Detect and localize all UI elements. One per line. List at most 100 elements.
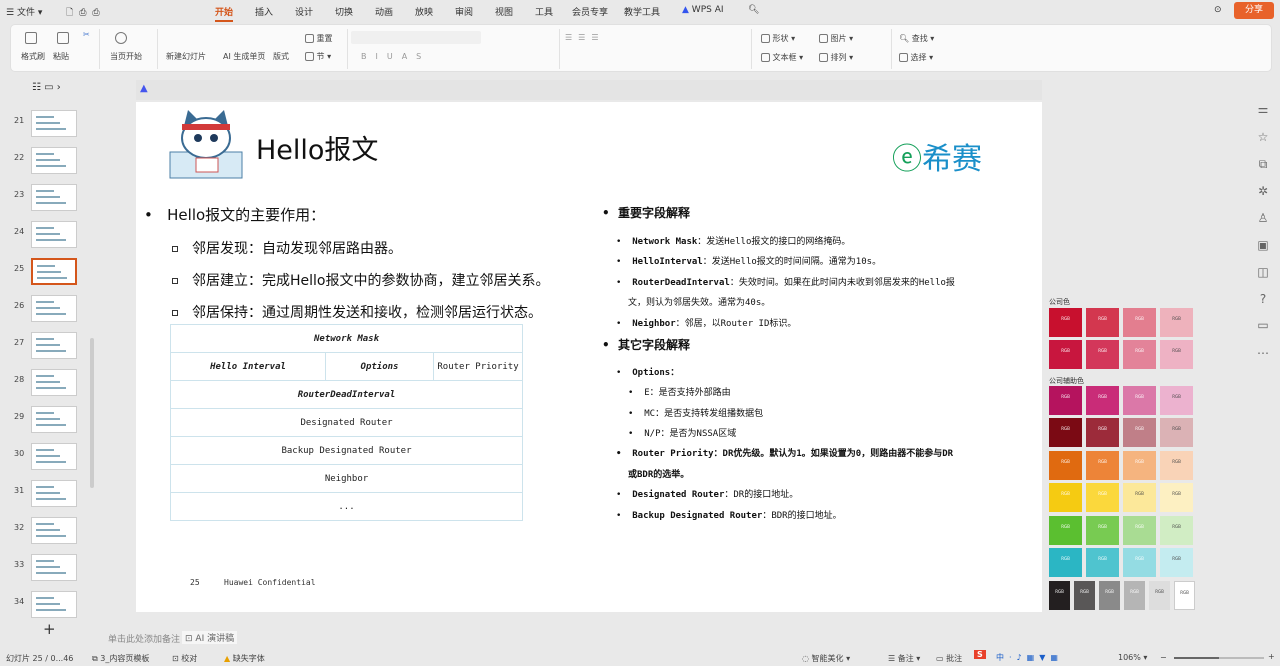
missing-font-button[interactable]: ▲ 缺失字体 xyxy=(224,653,265,664)
slide-thumbnail[interactable] xyxy=(31,184,77,211)
color-swatch[interactable]: RGB xyxy=(1086,418,1119,447)
notes-toggle[interactable]: ☰ 备注 ▾ xyxy=(888,653,920,664)
color-swatch[interactable]: RGB xyxy=(1049,581,1070,610)
share-button[interactable]: 分享 xyxy=(1234,2,1274,19)
color-swatch[interactable]: RGB xyxy=(1086,386,1119,415)
color-swatch[interactable]: RGB xyxy=(1123,308,1156,337)
color-swatch[interactable]: RGB xyxy=(1074,581,1095,610)
zoom-select[interactable]: 106% ▾ xyxy=(1118,653,1147,662)
tab-insert[interactable]: 插入 xyxy=(255,5,273,18)
help-icon[interactable]: ? xyxy=(1256,292,1270,306)
layout-icon[interactable]: ◫ xyxy=(1256,265,1270,279)
cut-icon[interactable]: ✂ xyxy=(83,30,90,39)
color-swatch[interactable]: RGB xyxy=(1160,340,1193,369)
ai-page-button[interactable]: AI 生成单页 xyxy=(223,51,265,62)
color-swatch[interactable]: RGB xyxy=(1049,308,1082,337)
color-swatch[interactable]: RGB xyxy=(1123,418,1156,447)
color-swatch[interactable]: RGB xyxy=(1049,548,1082,577)
font-name-select[interactable] xyxy=(351,31,481,44)
color-swatch[interactable]: RGB xyxy=(1160,386,1193,415)
notes-placeholder[interactable]: 单击此处添加备注 xyxy=(108,632,180,645)
slide-thumbnail[interactable] xyxy=(31,554,77,581)
ime-logo-icon[interactable]: S xyxy=(974,650,986,659)
ai-icon[interactable]: ▲ xyxy=(140,83,148,94)
color-swatch[interactable]: RGB xyxy=(1086,340,1119,369)
color-swatch[interactable]: RGB xyxy=(1160,548,1193,577)
color-swatch[interactable]: RGB xyxy=(1086,451,1119,480)
color-swatch[interactable]: RGB xyxy=(1049,418,1082,447)
reset-button[interactable]: 重置 xyxy=(305,33,333,44)
slide-thumbnail[interactable] xyxy=(31,221,77,248)
layout-button[interactable]: 版式 xyxy=(273,51,289,62)
tab-transition[interactable]: 切换 xyxy=(335,5,353,18)
color-swatch[interactable]: RGB xyxy=(1160,516,1193,545)
color-swatch[interactable]: RGB xyxy=(1049,340,1082,369)
textbox-button[interactable]: 文本框 ▾ xyxy=(761,52,803,63)
color-swatch[interactable]: RGB xyxy=(1123,516,1156,545)
thumbnail-view-icon[interactable]: ☷ ▭ › xyxy=(32,82,61,93)
tab-view[interactable]: 视图 xyxy=(495,5,513,18)
properties-icon[interactable]: ⚌ xyxy=(1256,102,1270,116)
tab-wps-ai[interactable]: ▲ WPS AI xyxy=(682,5,724,15)
image-icon[interactable]: ▣ xyxy=(1256,238,1270,252)
slide-thumbnail[interactable] xyxy=(31,517,77,544)
color-swatch[interactable]: RGB xyxy=(1049,516,1082,545)
color-swatch[interactable]: RGB xyxy=(1099,581,1120,610)
zoom-slider[interactable] xyxy=(1174,657,1264,659)
tab-teaching[interactable]: 教学工具 xyxy=(624,5,660,18)
color-swatch[interactable]: RGB xyxy=(1123,483,1156,512)
slide-thumbnail[interactable] xyxy=(31,591,77,618)
tab-home[interactable]: 开始 xyxy=(215,5,234,22)
more-icon[interactable]: ⋯ xyxy=(1256,346,1270,360)
search-icon[interactable]: 🔍︎ xyxy=(748,5,759,15)
color-swatch[interactable]: RGB xyxy=(1086,516,1119,545)
color-swatch[interactable]: RGB xyxy=(1049,483,1082,512)
from-start-button[interactable]: 当页开始 xyxy=(110,51,142,62)
paste-button[interactable]: 粘贴 xyxy=(53,51,69,62)
color-swatch[interactable]: RGB xyxy=(1123,386,1156,415)
slide-thumbnail[interactable] xyxy=(31,110,77,137)
tab-tools[interactable]: 工具 xyxy=(535,5,553,18)
color-swatch[interactable]: RGB xyxy=(1123,340,1156,369)
color-swatch[interactable]: RGB xyxy=(1049,386,1082,415)
tab-slideshow[interactable]: 放映 xyxy=(415,5,433,18)
proof-button[interactable]: ⊡ 校对 xyxy=(172,653,197,664)
color-swatch[interactable]: RGB xyxy=(1086,483,1119,512)
slide-thumbnail[interactable] xyxy=(31,295,77,322)
comments-toggle[interactable]: ▭ 批注 xyxy=(936,653,962,664)
thumbnail-scrollbar[interactable] xyxy=(90,338,94,488)
quick-access-icons[interactable]: 🗋⎙⎙ xyxy=(66,5,106,21)
slide-thumbnail[interactable] xyxy=(31,480,77,507)
color-swatch[interactable]: RGB xyxy=(1160,483,1193,512)
ime-toolbar[interactable]: 中·♪▦▼▦ xyxy=(996,652,1063,663)
cloud-icon[interactable]: ⊙ xyxy=(1214,5,1222,15)
slide-thumbnail[interactable] xyxy=(31,147,77,174)
zoom-out-button[interactable]: − xyxy=(1160,653,1167,662)
ai-speech-button[interactable]: ⊡ AI 演讲稿 xyxy=(182,631,238,644)
section-button[interactable]: 节 ▾ xyxy=(305,51,331,62)
font-style-buttons[interactable]: BIUAS xyxy=(361,52,430,61)
zoom-in-button[interactable]: + xyxy=(1268,652,1275,661)
arrange-button[interactable]: 排列 ▾ xyxy=(819,52,853,63)
slide-canvas[interactable]: Hello报文 ⓔ希赛 • Hello报文的主要作用： 邻居发现：自动发现邻居路… xyxy=(136,102,1042,612)
color-swatch[interactable]: RGB xyxy=(1086,308,1119,337)
slide-thumbnail[interactable] xyxy=(31,332,77,359)
shape-button[interactable]: 形状 ▾ xyxy=(761,33,795,44)
slide-thumbnail[interactable] xyxy=(31,406,77,433)
find-button[interactable]: 🔍︎ 查找 ▾ xyxy=(899,33,934,44)
color-swatch[interactable]: RGB xyxy=(1160,418,1193,447)
format-painter-button[interactable]: 格式刷 xyxy=(21,51,45,62)
comment-icon[interactable]: ▭ xyxy=(1256,318,1270,332)
color-swatch[interactable]: RGB xyxy=(1160,308,1193,337)
template-name[interactable]: ⧉ 3_内容页模板 xyxy=(92,653,149,664)
color-swatch[interactable]: RGB xyxy=(1123,548,1156,577)
color-swatch[interactable]: RGB xyxy=(1174,581,1195,610)
menu-file[interactable]: ☰ 文件 ▾ xyxy=(6,5,42,18)
slides-icon[interactable]: ⧉ xyxy=(1256,157,1270,171)
tab-animation[interactable]: 动画 xyxy=(375,5,393,18)
slide-thumbnail[interactable] xyxy=(31,258,77,285)
color-swatch[interactable]: RGB xyxy=(1160,451,1193,480)
color-swatch[interactable]: RGB xyxy=(1149,581,1170,610)
magic-icon[interactable]: ✲ xyxy=(1256,184,1270,198)
slide-thumbnail[interactable] xyxy=(31,443,77,470)
